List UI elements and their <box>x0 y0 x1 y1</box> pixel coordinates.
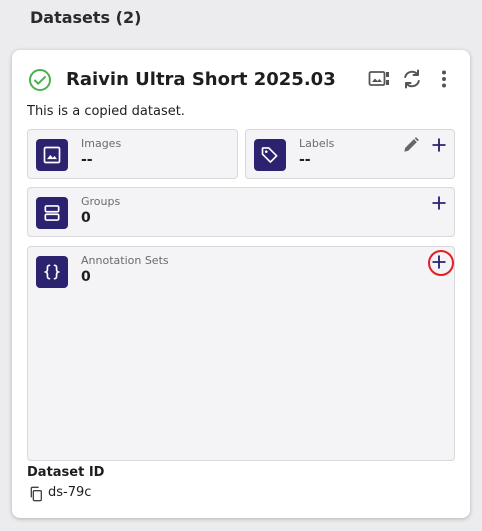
images-value: -- <box>81 152 93 168</box>
groups-label: Groups <box>81 195 121 208</box>
add-group-icon[interactable] <box>429 193 449 213</box>
dataset-id-label: Dataset ID <box>27 465 105 480</box>
check-circle-icon <box>29 69 51 91</box>
groups-icon <box>36 197 68 229</box>
dataset-id-value: ds-79c <box>48 485 92 500</box>
labels-label: Labels <box>299 137 335 150</box>
dataset-title[interactable]: Raivin Ultra Short 2025.03 <box>66 69 336 90</box>
tag-icon <box>254 139 286 171</box>
annotation-sets-value: 0 <box>81 269 91 285</box>
labels-tile[interactable]: Labels -- <box>245 129 455 179</box>
braces-icon <box>36 256 68 288</box>
annotation-sets-label: Annotation Sets <box>81 254 169 267</box>
dataset-card: Raivin Ultra Short 2025.03 This is a cop… <box>12 50 470 518</box>
labels-value: -- <box>299 152 311 168</box>
page-title: Datasets (2) <box>30 8 142 27</box>
images-label: Images <box>81 137 122 150</box>
edit-pencil-icon[interactable] <box>401 135 421 155</box>
highlight-ring <box>428 250 454 276</box>
groups-tile[interactable]: Groups 0 <box>27 187 455 237</box>
dataset-description: This is a copied dataset. <box>27 104 185 119</box>
more-vert-icon[interactable] <box>432 67 456 91</box>
image-icon <box>36 139 68 171</box>
gallery-icon[interactable] <box>367 67 391 91</box>
groups-value: 0 <box>81 210 91 226</box>
copy-icon[interactable] <box>28 486 44 502</box>
images-tile[interactable]: Images -- <box>27 129 238 179</box>
refresh-icon[interactable] <box>400 67 424 91</box>
add-label-icon[interactable] <box>429 135 449 155</box>
annotation-sets-tile[interactable]: Annotation Sets 0 <box>27 246 455 461</box>
